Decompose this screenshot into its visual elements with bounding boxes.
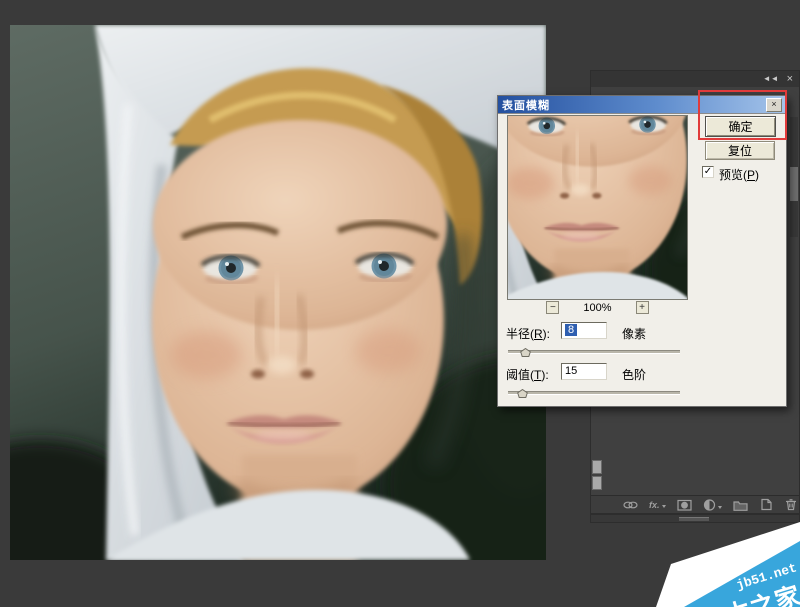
preview-image [508,116,687,299]
new-group-icon[interactable] [733,499,748,511]
zoom-in-button[interactable]: + [636,301,649,314]
watermark-name: 脚本之家 [695,576,800,607]
layer-style-icon[interactable]: fx. [649,500,666,510]
scrollbar-fragment[interactable] [592,460,602,474]
ok-button[interactable]: 确定 [705,116,776,137]
photoshop-workspace: ◄◄ × fx. [0,0,800,607]
blur-preview[interactable] [507,115,688,300]
collapse-panel-icon[interactable]: ◄◄ [763,75,779,83]
watermark-site: jb51.net [734,560,798,593]
radius-label: 半径(R): [506,325,550,342]
threshold-slider[interactable] [508,387,680,397]
preview-zoom-controls: − 100% + [507,301,688,314]
radius-slider-thumb[interactable] [520,346,531,360]
panel-resize-grip[interactable] [679,517,709,521]
radius-input[interactable]: 8 [561,322,607,339]
delete-layer-icon[interactable] [784,498,798,511]
panel-footer [590,514,800,523]
canvas-image[interactable] [10,25,546,560]
threshold-label: 阈值(T): [506,366,549,383]
threshold-slider-thumb[interactable] [517,387,528,401]
zoom-level: 100% [583,302,611,314]
radius-unit: 像素 [622,325,646,342]
reset-button[interactable]: 复位 [705,141,775,160]
panel-scrollbar-thumb[interactable] [790,167,798,201]
threshold-input[interactable]: 15 [561,363,607,380]
new-layer-icon[interactable] [759,498,773,511]
threshold-slider-track[interactable] [508,391,680,395]
panel-scrollbar[interactable] [790,117,798,237]
preview-checkbox[interactable]: ✓ [702,166,714,178]
preview-checkbox-label[interactable]: 预览(P) [719,166,759,183]
radius-slider-track[interactable] [508,350,680,354]
panel-header: ◄◄ × [591,71,799,87]
dialog-close-icon[interactable]: × [766,98,782,112]
portrait-photo [10,25,546,560]
dialog-titlebar[interactable]: 表面模糊 × [498,96,786,114]
surface-blur-dialog: 表面模糊 × − 100% + 半径(R): 8 像素 阈值(T): 15 色阶 [497,95,787,407]
threshold-value: 15 [565,365,577,377]
zoom-out-button[interactable]: − [546,301,559,314]
layer-mask-icon[interactable] [677,499,692,511]
dropdown-arrow-icon [718,506,722,509]
dropdown-arrow-icon [662,505,666,508]
adjustment-layer-icon[interactable] [703,499,722,511]
link-layers-icon[interactable] [623,499,638,511]
threshold-unit: 色阶 [622,366,646,383]
radius-value: 8 [565,324,577,336]
layers-panel-iconbar: fx. [591,495,799,513]
scrollbar-fragment[interactable] [592,476,602,490]
radius-slider[interactable] [508,346,680,356]
dialog-title: 表面模糊 [498,97,550,113]
close-panel-icon[interactable]: × [787,74,793,85]
